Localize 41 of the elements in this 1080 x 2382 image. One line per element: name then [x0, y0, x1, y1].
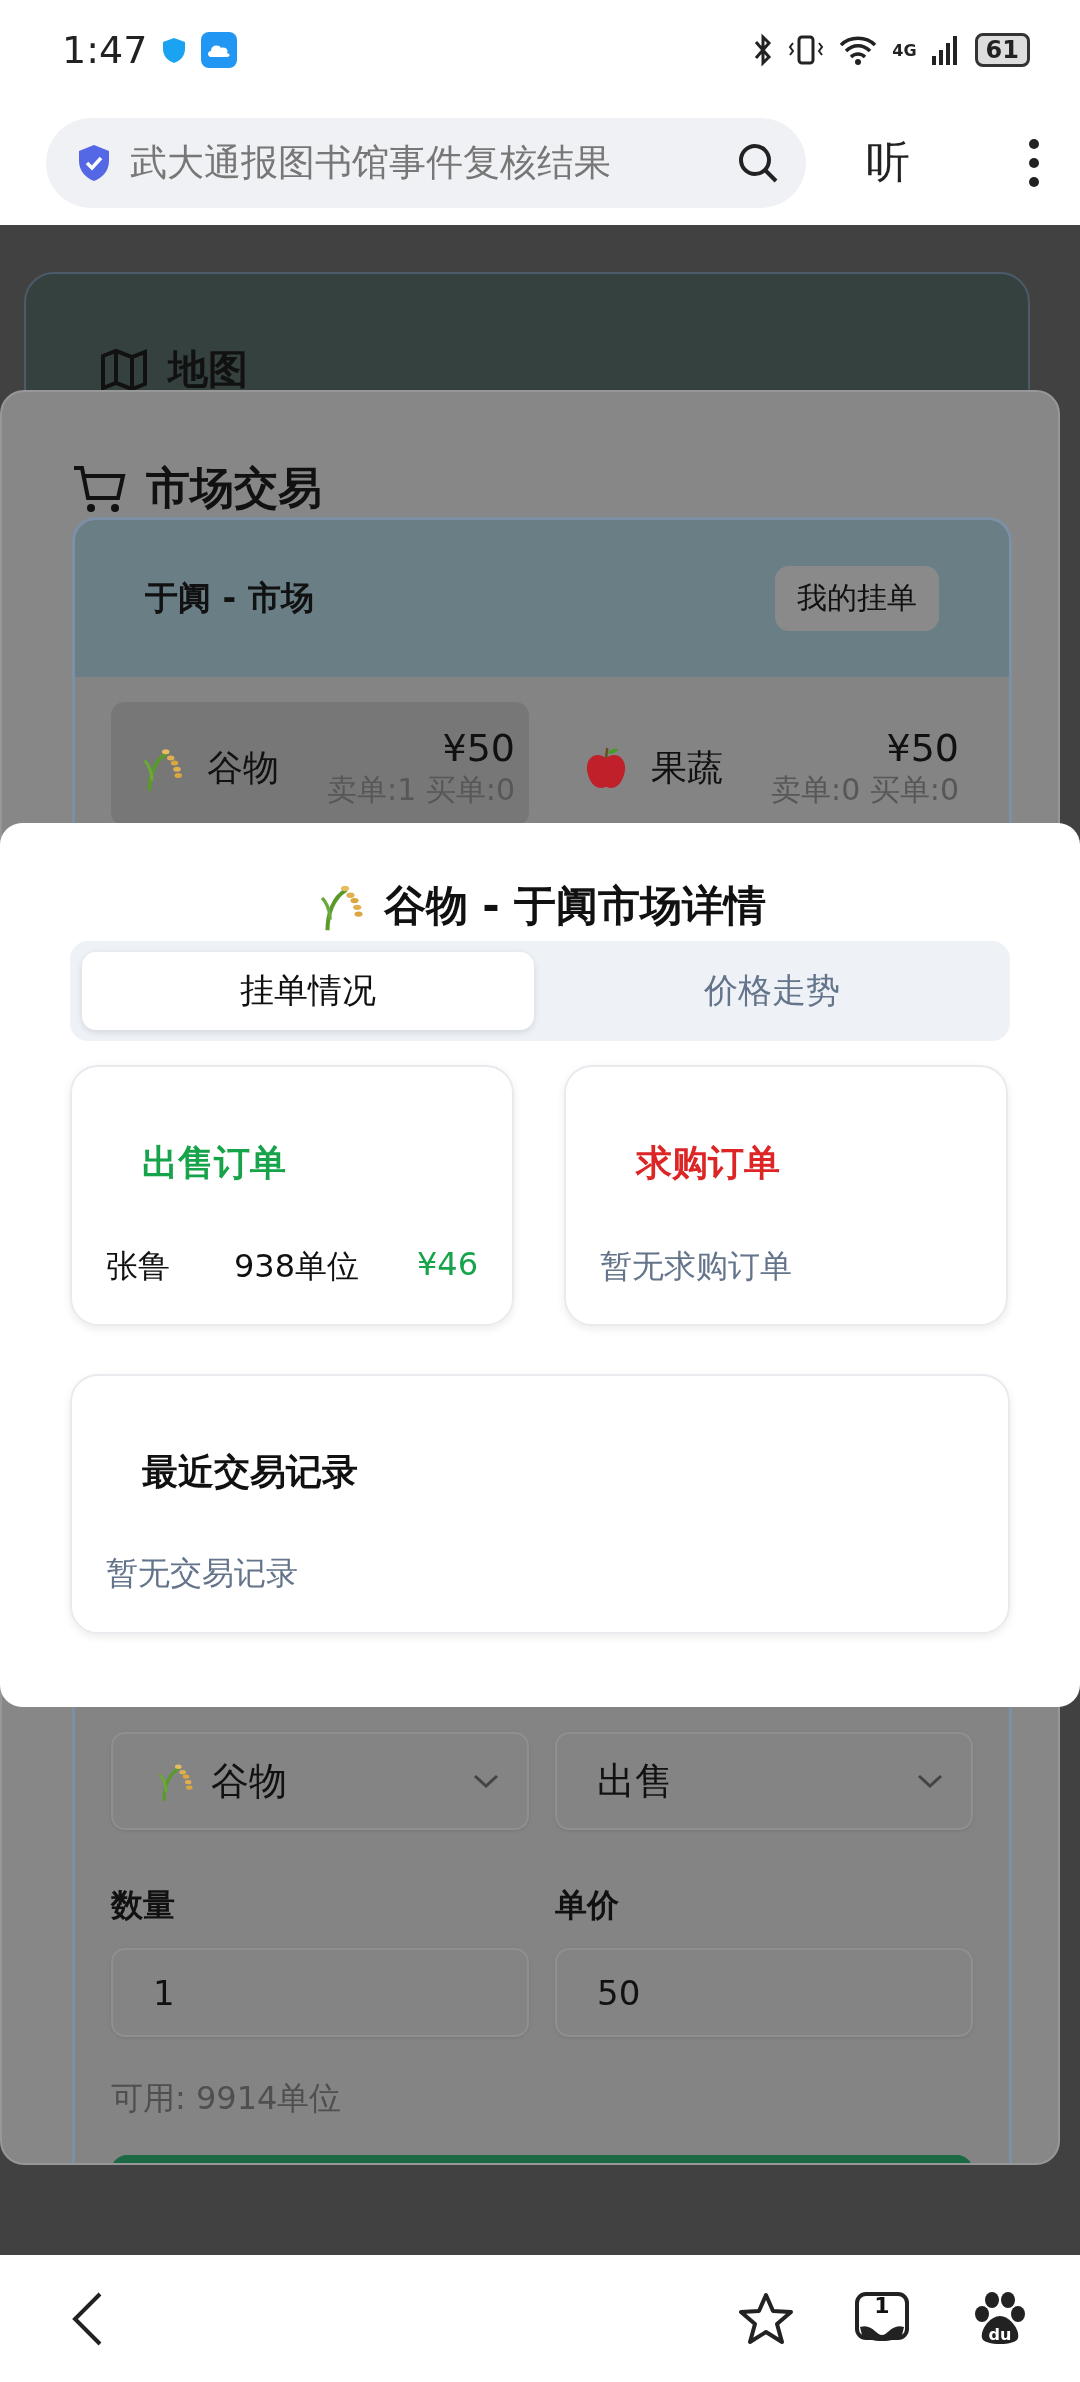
goods-price: ¥50 [442, 725, 515, 770]
cart-icon [72, 463, 126, 514]
card-title: 求购订单 [634, 1141, 781, 1185]
tab-count: 1 [873, 2292, 891, 2318]
network-type: 4G [892, 40, 917, 60]
order-price: ¥46 [416, 1245, 478, 1285]
wifi-icon [838, 34, 879, 66]
goods-price: ¥50 [886, 725, 959, 770]
status-time: 1:47 [62, 28, 148, 72]
shield-check-icon [76, 142, 112, 183]
input-field[interactable]: 50 [555, 1948, 973, 2037]
back-icon[interactable] [70, 2290, 104, 2347]
tab[interactable]: 价格走势 [546, 952, 998, 1030]
more-menu-icon[interactable] [1028, 137, 1040, 188]
my-orders-button[interactable]: 我的挂单 [775, 566, 939, 631]
shield-icon [161, 36, 188, 64]
tab[interactable]: 挂单情况 [82, 952, 534, 1030]
star-icon[interactable] [738, 2291, 794, 2346]
panel-title: 市场交易 [146, 461, 322, 515]
empty-message: 暂无求购订单 [600, 1246, 793, 1287]
search-query: 武大通报图书馆事件复核结果 [130, 139, 612, 186]
market-title: 于阗 - 市场 [145, 577, 314, 619]
seller-name: 张鲁 [106, 1246, 170, 1287]
empty-message: 暂无交易记录 [106, 1553, 299, 1594]
cloud-app-icon [201, 32, 238, 68]
field-label: 单价 [555, 1885, 620, 1926]
card-title: 最近交易记录 [141, 1450, 359, 1494]
card-title: 出售订单 [141, 1141, 287, 1185]
vibrate-icon [788, 33, 825, 67]
order-quantity: 938单位 [234, 1246, 360, 1287]
goods-select[interactable]: 谷物 [111, 1732, 529, 1830]
input-field[interactable]: 1 [111, 1948, 529, 2037]
battery-level: 61 [974, 33, 1030, 67]
field-label: 数量 [111, 1885, 176, 1926]
search-bar[interactable]: 武大通报图书馆事件复核结果 [46, 117, 806, 208]
dialog-title: 谷物 - 于阗市场详情 [383, 880, 767, 932]
goods-name: 果蔬 [651, 745, 723, 790]
map-icon [100, 347, 148, 392]
side-select[interactable]: 出售 [555, 1732, 973, 1830]
goods-name: 谷物 [207, 745, 279, 790]
listen-button[interactable]: 听 [866, 133, 910, 192]
